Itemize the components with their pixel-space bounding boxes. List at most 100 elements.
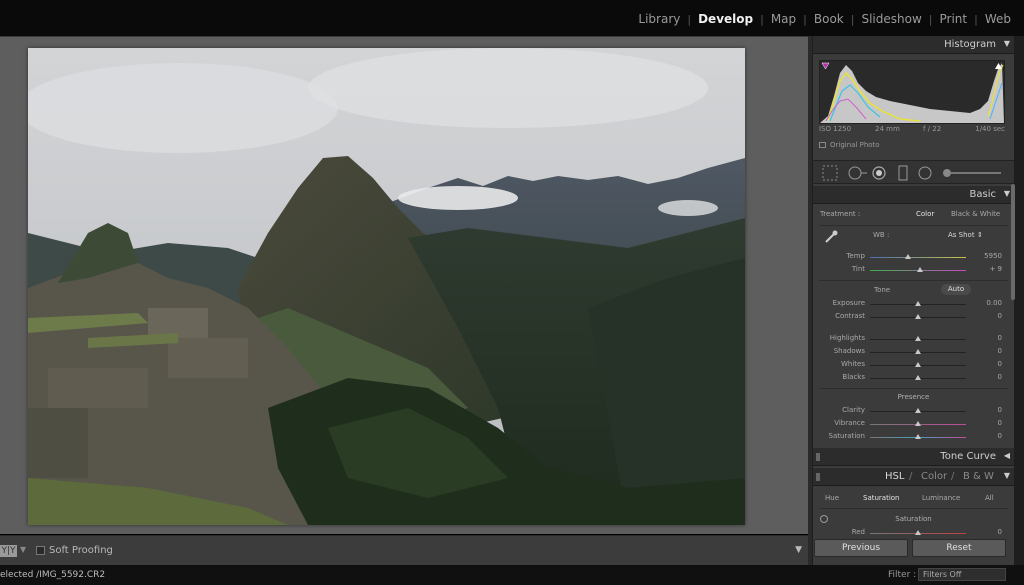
auto-tone-button[interactable]: Auto — [941, 284, 971, 295]
exposure-value[interactable]: 0.00 — [986, 299, 1002, 307]
toolbar-menu-dropdown-icon[interactable]: ▼ — [795, 545, 802, 555]
clarity-label: Clarity — [842, 406, 865, 414]
expand-triangle-icon[interactable]: ◀ — [1004, 451, 1010, 460]
whites-slider[interactable]: Whites 0 — [813, 360, 1014, 372]
blacks-thumb[interactable] — [915, 375, 921, 380]
treatment-bw-option[interactable]: Black & White — [951, 210, 1000, 218]
tint-label: Tint — [851, 265, 865, 273]
temp-track[interactable] — [870, 257, 966, 258]
vibrance-value[interactable]: 0 — [998, 419, 1002, 427]
basic-title: Basic — [969, 189, 996, 200]
develop-toolbar: Y|Y ▼ Soft Proofing ▼ — [0, 535, 808, 565]
blacks-label: Blacks — [842, 373, 865, 381]
contrast-thumb[interactable] — [915, 314, 921, 319]
bw-tab[interactable]: B & W — [963, 471, 994, 482]
hsl-subtab-all[interactable]: All — [985, 494, 994, 502]
panel-content: Histogram ▼ ISO 1250 24 mm f / 22 1/40 s… — [813, 36, 1014, 565]
wb-dropdown-arrows-icon[interactable]: ⇕ — [977, 231, 983, 239]
contrast-value[interactable]: 0 — [998, 312, 1002, 320]
collapse-triangle-icon[interactable]: ▼ — [1004, 189, 1010, 198]
highlights-slider[interactable]: Highlights 0 — [813, 334, 1014, 346]
whites-value[interactable]: 0 — [998, 360, 1002, 368]
view-mode-button[interactable]: Y|Y — [0, 545, 17, 557]
tool-icons — [822, 165, 1001, 181]
radial-filter-icon — [918, 166, 932, 180]
temp-value[interactable]: 5950 — [984, 252, 1002, 260]
collapse-triangle-icon[interactable]: ▼ — [1004, 39, 1010, 48]
shadows-thumb[interactable] — [915, 349, 921, 354]
tint-slider[interactable]: Tint + 9 — [813, 265, 1014, 277]
blacks-slider[interactable]: Blacks 0 — [813, 373, 1014, 385]
clarity-thumb[interactable] — [915, 408, 921, 413]
module-develop[interactable]: Develop — [691, 12, 760, 26]
highlights-value[interactable]: 0 — [998, 334, 1002, 342]
wb-dropdown[interactable]: As Shot — [948, 231, 975, 239]
red-value[interactable]: 0 — [998, 528, 1002, 536]
soft-proofing-checkbox[interactable] — [36, 546, 45, 555]
hsl-subtab-saturation[interactable]: Saturation — [863, 494, 900, 502]
exposure-thumb[interactable] — [915, 301, 921, 306]
treatment-color-option[interactable]: Color — [916, 210, 934, 218]
saturation-thumb[interactable] — [915, 434, 921, 439]
contrast-slider[interactable]: Contrast 0 — [813, 312, 1014, 324]
histogram-header[interactable]: Histogram ▼ — [813, 36, 1014, 54]
module-library[interactable]: Library — [631, 12, 687, 26]
highlights-thumb[interactable] — [915, 336, 921, 341]
temp-thumb[interactable] — [905, 254, 911, 259]
hsl-subtabs: Hue Saturation Luminance All — [813, 494, 1014, 506]
hsl-separator: / — [951, 471, 955, 482]
red-thumb[interactable] — [915, 530, 921, 535]
hsl-subtab-luminance[interactable]: Luminance — [922, 494, 960, 502]
divider — [819, 508, 1008, 509]
tint-thumb[interactable] — [917, 267, 923, 272]
photo-preview[interactable] — [28, 48, 745, 525]
red-label: Red — [851, 528, 865, 536]
shadows-value[interactable]: 0 — [998, 347, 1002, 355]
shadows-slider[interactable]: Shadows 0 — [813, 347, 1014, 359]
clarity-slider[interactable]: Clarity 0 — [813, 406, 1014, 418]
selected-file-path[interactable]: elected /IMG_5592.CR2 — [0, 570, 105, 580]
whites-label: Whites — [840, 360, 865, 368]
tint-value[interactable]: + 9 — [989, 265, 1002, 273]
temp-slider[interactable]: Temp 5950 — [813, 252, 1014, 264]
clarity-value[interactable]: 0 — [998, 406, 1002, 414]
view-mode-dropdown-icon[interactable]: ▼ — [20, 545, 26, 554]
tone-curve-header[interactable]: Tone Curve ◀ — [813, 448, 1014, 466]
temp-label: Temp — [846, 252, 865, 260]
hsl-subtab-hue[interactable]: Hue — [825, 494, 839, 502]
saturation-slider[interactable]: Saturation 0 — [813, 432, 1014, 444]
soft-proofing-label: Soft Proofing — [49, 545, 113, 556]
vibrance-slider[interactable]: Vibrance 0 — [813, 419, 1014, 431]
saturation-value[interactable]: 0 — [998, 432, 1002, 440]
original-photo-toggle[interactable]: Original Photo — [819, 141, 880, 149]
color-tab[interactable]: Color — [921, 471, 947, 482]
module-picker-bar: Library | Develop | Map | Book | Slidesh… — [0, 0, 1024, 36]
original-photo-checkbox[interactable] — [819, 142, 826, 148]
whites-thumb[interactable] — [915, 362, 921, 367]
histogram-graph[interactable] — [819, 60, 1005, 124]
hsl-header[interactable]: HSL / Color / B & W ▼ — [813, 468, 1014, 486]
panel-switch-icon[interactable] — [816, 453, 820, 461]
shadows-label: Shadows — [833, 347, 865, 355]
blacks-value[interactable]: 0 — [998, 373, 1002, 381]
module-map[interactable]: Map — [764, 12, 803, 26]
module-slideshow[interactable]: Slideshow — [854, 12, 928, 26]
histogram-title: Histogram — [944, 39, 996, 50]
reset-button[interactable]: Reset — [912, 539, 1006, 557]
module-list: Library | Develop | Map | Book | Slidesh… — [631, 12, 1018, 26]
filter-dropdown[interactable]: Filters Off — [918, 568, 1006, 581]
highlights-label: Highlights — [829, 334, 865, 342]
panel-scrollbar[interactable] — [1011, 184, 1015, 300]
vibrance-thumb[interactable] — [915, 421, 921, 426]
image-canvas[interactable] — [0, 36, 808, 534]
collapse-triangle-icon[interactable]: ▼ — [1004, 471, 1010, 480]
previous-button[interactable]: Previous — [814, 539, 908, 557]
module-book[interactable]: Book — [807, 12, 851, 26]
module-print[interactable]: Print — [933, 12, 975, 26]
panel-switch-icon[interactable] — [816, 473, 820, 481]
exposure-slider[interactable]: Exposure 0.00 — [813, 299, 1014, 311]
hsl-tab[interactable]: HSL — [885, 471, 904, 482]
exif-iso: ISO 1250 — [819, 125, 852, 133]
basic-header[interactable]: Basic ▼ — [813, 186, 1014, 204]
module-web[interactable]: Web — [978, 12, 1018, 26]
